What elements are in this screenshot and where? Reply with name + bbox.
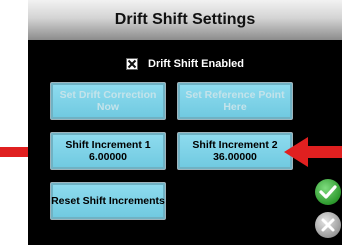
shift-increment-2-label: Shift Increment 2 xyxy=(192,139,278,151)
reset-shift-increments-button[interactable]: Reset Shift Increments xyxy=(50,182,166,220)
shift-increment-1-value: 6.00000 xyxy=(89,151,127,163)
drift-shift-dialog: Drift Shift Settings Drift Shift Enabled… xyxy=(28,0,342,245)
green-check-icon xyxy=(319,185,337,199)
shift-increment-2-value: 36.00000 xyxy=(213,151,257,163)
dialog-title: Drift Shift Settings xyxy=(114,11,256,28)
confirm-button[interactable] xyxy=(315,179,341,205)
drift-shift-enabled-label: Drift Shift Enabled xyxy=(148,58,244,70)
gray-x-icon xyxy=(321,218,335,232)
shift-increment-1-button[interactable]: Shift Increment 1 6.00000 xyxy=(50,132,166,170)
set-reference-point-line1: Set Reference Point xyxy=(185,89,285,101)
right-arrow-annotation xyxy=(284,137,342,167)
cancel-button[interactable] xyxy=(315,212,341,238)
drift-shift-enabled-checkbox[interactable] xyxy=(126,58,139,70)
shift-increment-1-label: Shift Increment 1 xyxy=(65,139,151,151)
set-drift-correction-button[interactable]: Set Drift Correction Now xyxy=(50,82,166,120)
title-bar: Drift Shift Settings xyxy=(28,0,342,40)
reset-shift-increments-label: Reset Shift Increments xyxy=(51,195,165,207)
shift-increment-2-button[interactable]: Shift Increment 2 36.00000 xyxy=(177,132,293,170)
set-drift-correction-line1: Set Drift Correction xyxy=(59,89,157,101)
checkmark-x-icon xyxy=(127,59,137,69)
set-reference-point-button[interactable]: Set Reference Point Here xyxy=(177,82,293,120)
set-drift-correction-line2: Now xyxy=(96,101,120,113)
drift-shift-enabled-row[interactable]: Drift Shift Enabled xyxy=(28,58,342,70)
set-reference-point-line2: Here xyxy=(223,101,247,113)
